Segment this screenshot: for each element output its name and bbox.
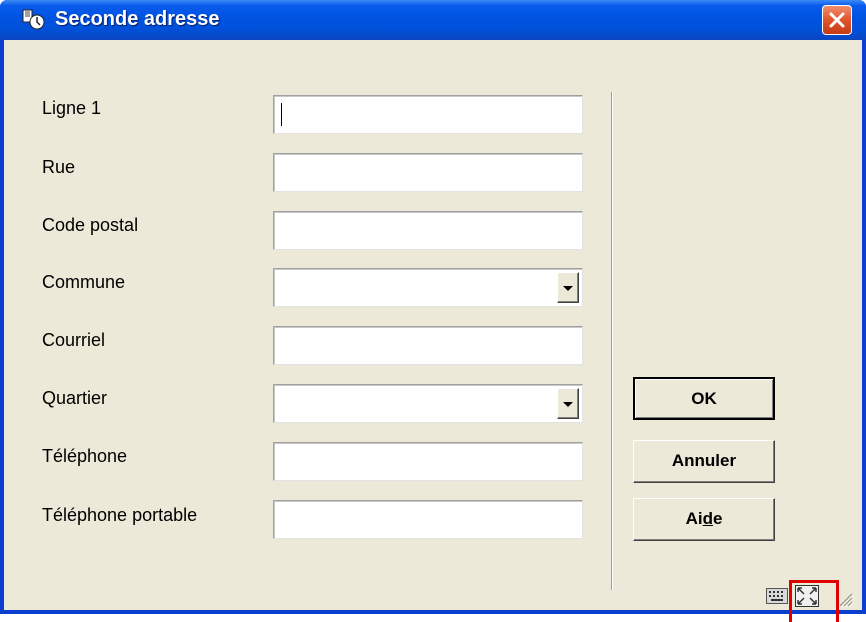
label-commune: Commune	[42, 272, 126, 292]
label-courriel: Courriel	[42, 330, 106, 350]
ok-button[interactable]: OK	[633, 377, 775, 420]
help-button[interactable]: Aide	[633, 498, 775, 541]
telephone-portable-input[interactable]	[273, 500, 583, 539]
rue-input[interactable]	[273, 153, 583, 192]
vertical-divider	[611, 92, 612, 590]
code-postal-input[interactable]	[273, 211, 583, 250]
window-title: Seconde adresse	[55, 8, 220, 30]
cancel-button[interactable]: Annuler	[633, 440, 775, 483]
help-label-suffix: e	[712, 509, 723, 528]
keyboard-icon[interactable]	[766, 588, 788, 604]
title-bar[interactable]: Seconde adresse	[0, 0, 866, 40]
label-quartier: Quartier	[42, 388, 108, 408]
dialog-content: Ligne 1 Rue Code postal Commune Courriel…	[4, 40, 862, 610]
quartier-dropdown[interactable]	[273, 384, 583, 423]
help-label-prefix: Ai	[685, 509, 703, 528]
courriel-input[interactable]	[273, 326, 583, 365]
highlight-box	[789, 580, 839, 622]
resize-grip-icon[interactable]	[838, 592, 854, 608]
ligne-1-input[interactable]	[273, 95, 583, 134]
text-caret	[281, 103, 282, 126]
label-telephone-portable: Téléphone portable	[42, 505, 198, 525]
chevron-down-icon	[563, 402, 573, 407]
chevron-down-icon	[563, 286, 573, 291]
dialog-window: Seconde adresse Ligne 1 Rue Code postal …	[0, 0, 866, 614]
label-code-postal: Code postal	[42, 215, 139, 235]
label-telephone: Téléphone	[42, 446, 128, 466]
commune-dropdown-button[interactable]	[557, 272, 579, 303]
close-button[interactable]	[822, 5, 852, 35]
telephone-input[interactable]	[273, 442, 583, 481]
library-app-icon	[22, 9, 45, 30]
label-rue: Rue	[42, 157, 76, 177]
quartier-dropdown-button[interactable]	[557, 388, 579, 419]
commune-dropdown[interactable]	[273, 268, 583, 307]
label-ligne-1: Ligne 1	[42, 98, 102, 118]
close-icon	[829, 12, 845, 28]
help-label-mnemonic: d	[702, 509, 713, 528]
